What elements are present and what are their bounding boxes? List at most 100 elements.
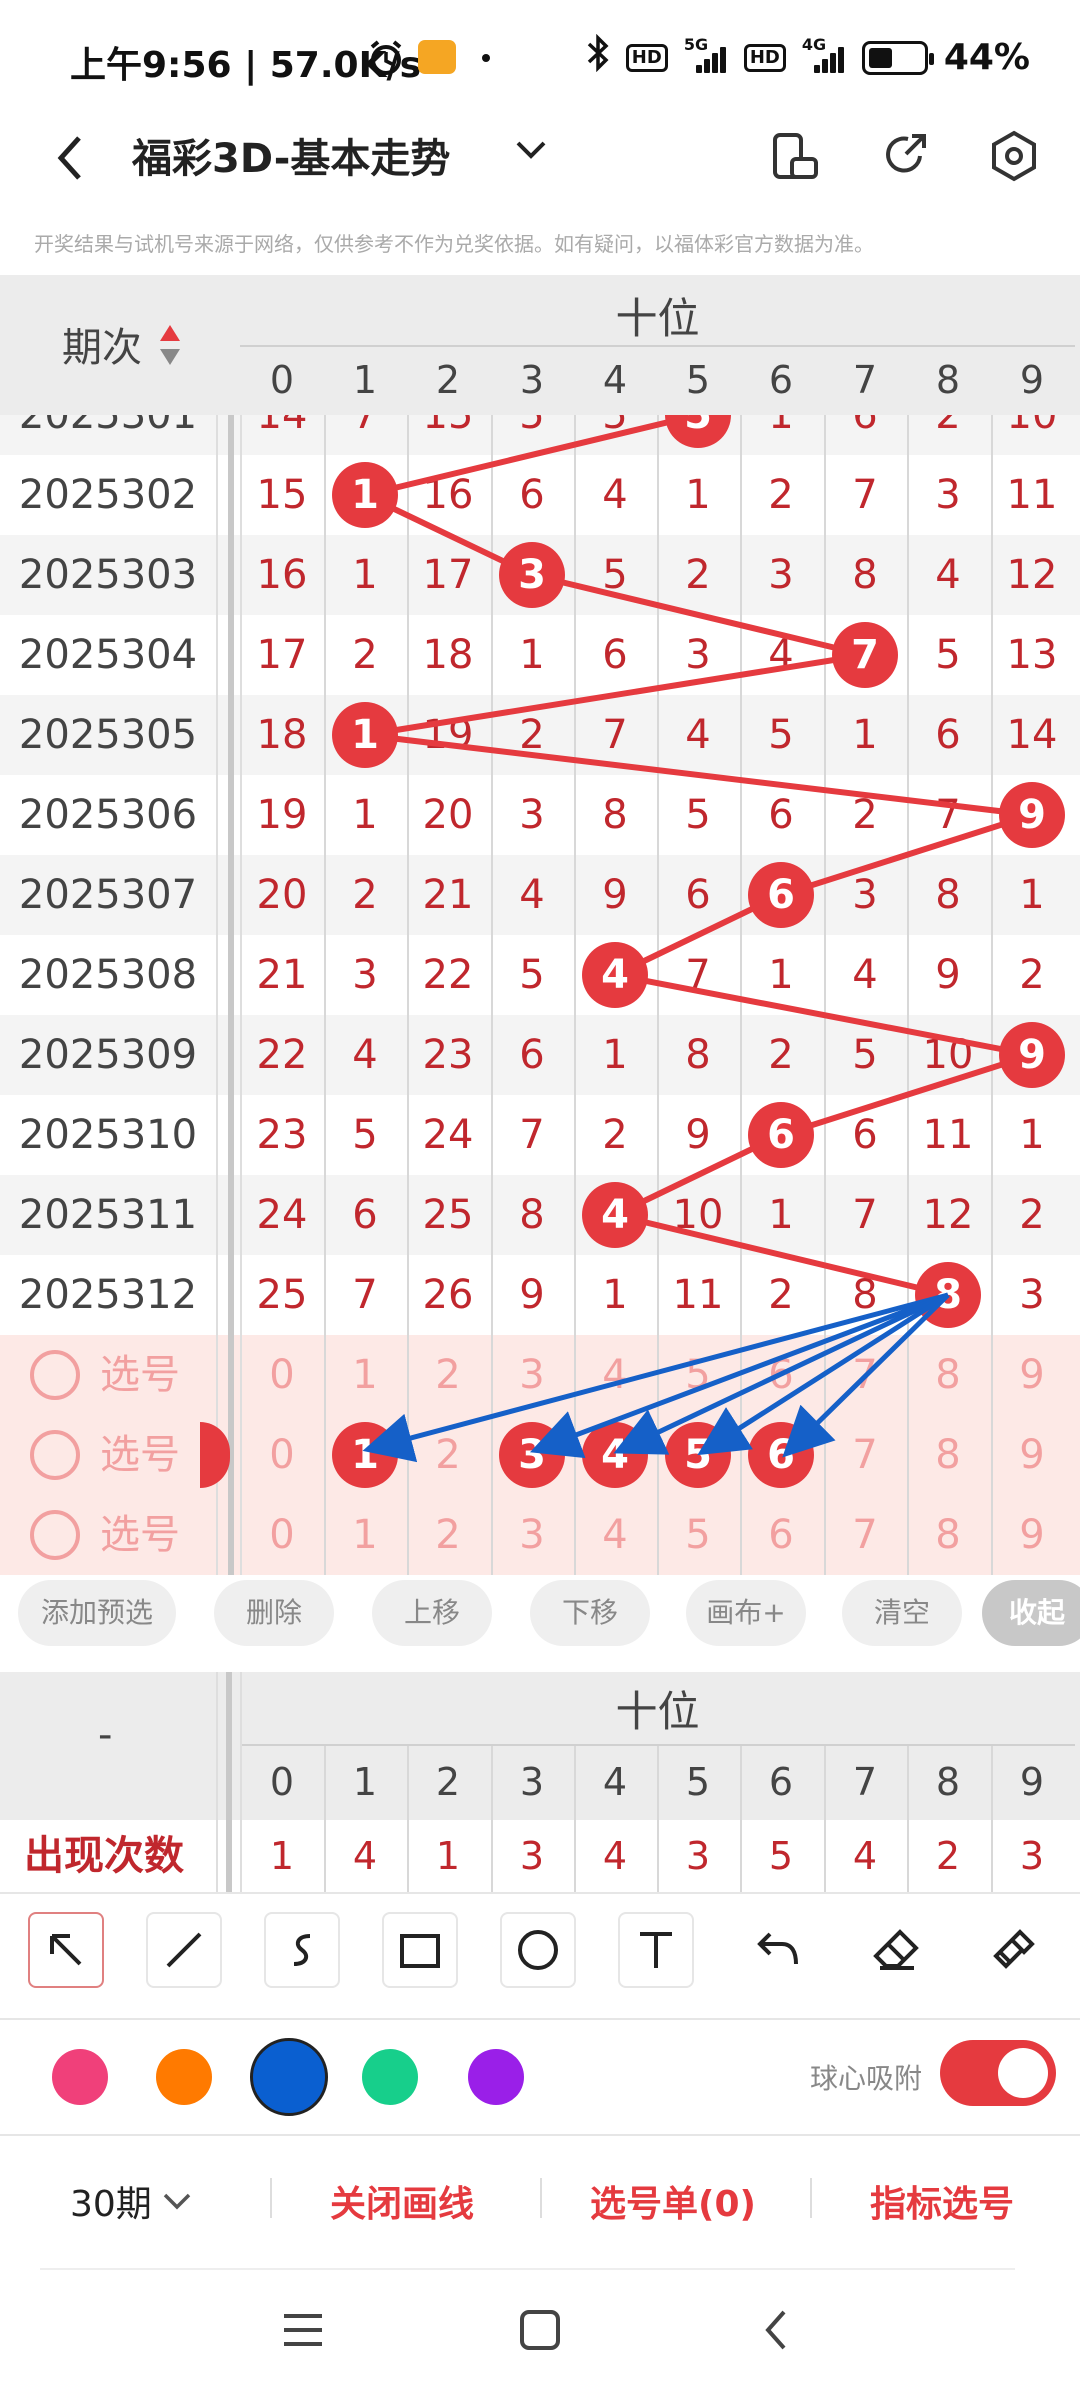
pointer-arrow-icon bbox=[50, 1934, 82, 1966]
move-down-button[interactable]: 下移 bbox=[530, 1580, 650, 1646]
color-swatch[interactable] bbox=[156, 2049, 212, 2105]
delete-button[interactable]: 删除 bbox=[214, 1580, 334, 1646]
stats-digit-header: 9 bbox=[1019, 1760, 1045, 1804]
column-divider bbox=[573, 1746, 576, 1892]
line-icon bbox=[166, 1932, 202, 1968]
digit-header: 9 bbox=[1019, 358, 1045, 402]
count-cell: 4 bbox=[852, 1834, 878, 1878]
clear-all-tool[interactable] bbox=[976, 1912, 1052, 1988]
settings-icon[interactable] bbox=[988, 130, 1040, 186]
color-swatch[interactable] bbox=[52, 2049, 108, 2105]
nav-back-button[interactable] bbox=[760, 2306, 790, 2358]
net-4g-label: 4G bbox=[801, 34, 827, 54]
title-bar: 福彩3D-基本走势 bbox=[0, 110, 1080, 230]
grid-rows: 2025301147155551621020253021511664127311… bbox=[0, 415, 1080, 1575]
rectangle-tool[interactable] bbox=[382, 1912, 458, 1988]
snap-label: 球心吸附 bbox=[810, 2062, 923, 2095]
blue-arrow bbox=[362, 1292, 949, 1463]
line-tool[interactable] bbox=[146, 1912, 222, 1988]
count-cell: 5 bbox=[768, 1834, 794, 1878]
back-arrow-icon bbox=[57, 136, 81, 180]
circle-icon bbox=[518, 1930, 558, 1970]
count-cell: 4 bbox=[602, 1834, 628, 1878]
sort-icon[interactable] bbox=[158, 323, 182, 371]
divider bbox=[40, 2268, 1015, 2270]
digit-header: 3 bbox=[519, 358, 545, 402]
count-cell: 3 bbox=[1019, 1834, 1045, 1878]
collapse-button[interactable]: 收起 bbox=[982, 1580, 1080, 1646]
digit-header: 6 bbox=[768, 358, 794, 402]
action-bar: 添加预选 删除 上移 下移 画布+ 清空 收起 bbox=[0, 1580, 1080, 1670]
period-selector[interactable]: 30期 bbox=[70, 2175, 192, 2227]
share-icon[interactable] bbox=[880, 130, 930, 184]
title-dropdown-icon[interactable] bbox=[515, 140, 547, 164]
canvas-plus-button[interactable]: 画布+ bbox=[686, 1580, 806, 1646]
text-tool[interactable] bbox=[618, 1912, 694, 1988]
color-swatch[interactable] bbox=[362, 2049, 418, 2105]
stats-section: - 十位 0 1 2 3 4 5 6 7 8 9 出现次数 1 4 1 3 4 3 5 4 2 3 bbox=[0, 1672, 1080, 1892]
stats-digit-header: 7 bbox=[852, 1760, 878, 1804]
toggle-knob bbox=[998, 2048, 1048, 2098]
back-chevron-icon bbox=[765, 2310, 786, 2350]
stats-dash: - bbox=[98, 1712, 113, 1758]
nav-menu-button[interactable] bbox=[280, 2310, 326, 2354]
divider bbox=[540, 2178, 542, 2218]
menu-icon bbox=[284, 2314, 322, 2346]
column-divider bbox=[323, 1746, 326, 1892]
freehand-tool[interactable] bbox=[264, 1912, 340, 1988]
notification-app-icon bbox=[418, 40, 456, 74]
selection-list-button[interactable]: 选号单(0) bbox=[590, 2175, 756, 2227]
section-title: 十位 bbox=[615, 294, 700, 343]
stats-digit-header: 5 bbox=[685, 1760, 711, 1804]
more-dot-icon bbox=[482, 54, 490, 62]
landscape-toggle-icon[interactable] bbox=[772, 132, 820, 186]
page-title: 福彩3D-基本走势 bbox=[132, 136, 451, 182]
text-icon bbox=[640, 1932, 672, 1968]
stats-digit-header: 3 bbox=[519, 1760, 545, 1804]
circle-tool[interactable] bbox=[500, 1912, 576, 1988]
column-divider bbox=[739, 1746, 742, 1892]
digit-header: 8 bbox=[935, 358, 961, 402]
back-button[interactable] bbox=[40, 128, 100, 188]
column-divider bbox=[823, 1746, 826, 1892]
column-divider bbox=[490, 1746, 493, 1892]
disclaimer-text: 开奖结果与试机号来源于网络，仅供参考不作为兑奖依据。如有疑问，以福体彩官方数据为… bbox=[34, 232, 874, 256]
clear-button[interactable]: 清空 bbox=[842, 1580, 962, 1646]
stats-digit-header: 6 bbox=[768, 1760, 794, 1804]
move-up-button[interactable]: 上移 bbox=[372, 1580, 492, 1646]
net-5g-label: 5G bbox=[683, 34, 709, 54]
rectangle-icon bbox=[400, 1934, 440, 1968]
hd-badge-2: HD bbox=[743, 43, 786, 72]
bluetooth-icon bbox=[586, 33, 610, 81]
freehand-icon bbox=[293, 1934, 311, 1966]
stats-digit-header: 8 bbox=[935, 1760, 961, 1804]
status-bar: 上午9:56 | 57.0K/s HD 5G HD 4G 44% bbox=[0, 0, 1080, 120]
stats-digit-header: 2 bbox=[435, 1760, 461, 1804]
column-divider bbox=[216, 1672, 218, 1892]
status-right: HD 5G HD 4G 44% bbox=[586, 33, 1030, 81]
battery-icon bbox=[861, 40, 934, 75]
add-preselect-button[interactable]: 添加预选 bbox=[18, 1580, 176, 1646]
eraser-tool[interactable] bbox=[858, 1912, 934, 1988]
snap-toggle[interactable] bbox=[940, 2040, 1056, 2106]
drawn-arrows[interactable] bbox=[0, 415, 1080, 1575]
eraser-icon bbox=[873, 1929, 919, 1970]
period-header-label: 期次 bbox=[62, 325, 142, 371]
divider bbox=[0, 1892, 1080, 1894]
battery-percent: 44% bbox=[943, 37, 1030, 78]
nav-home-button[interactable] bbox=[518, 2308, 562, 2356]
undo-tool[interactable] bbox=[740, 1912, 816, 1988]
select-arrow-tool[interactable] bbox=[28, 1912, 104, 1988]
stats-digit-header: 0 bbox=[269, 1760, 295, 1804]
color-swatch[interactable] bbox=[250, 2038, 328, 2116]
digit-header: 5 bbox=[685, 358, 711, 402]
home-square-icon bbox=[520, 2310, 560, 2350]
drawing-toolbar bbox=[0, 1912, 1080, 2002]
stats-section-title: 十位 bbox=[615, 1687, 700, 1736]
column-divider bbox=[226, 1672, 232, 1892]
close-lines-button[interactable]: 关闭画线 bbox=[330, 2175, 474, 2227]
color-swatch[interactable] bbox=[468, 2049, 524, 2105]
stats-row-label: 出现次数 bbox=[24, 1833, 184, 1879]
indicator-select-button[interactable]: 指标选号 bbox=[870, 2175, 1014, 2227]
divider bbox=[810, 2178, 812, 2218]
